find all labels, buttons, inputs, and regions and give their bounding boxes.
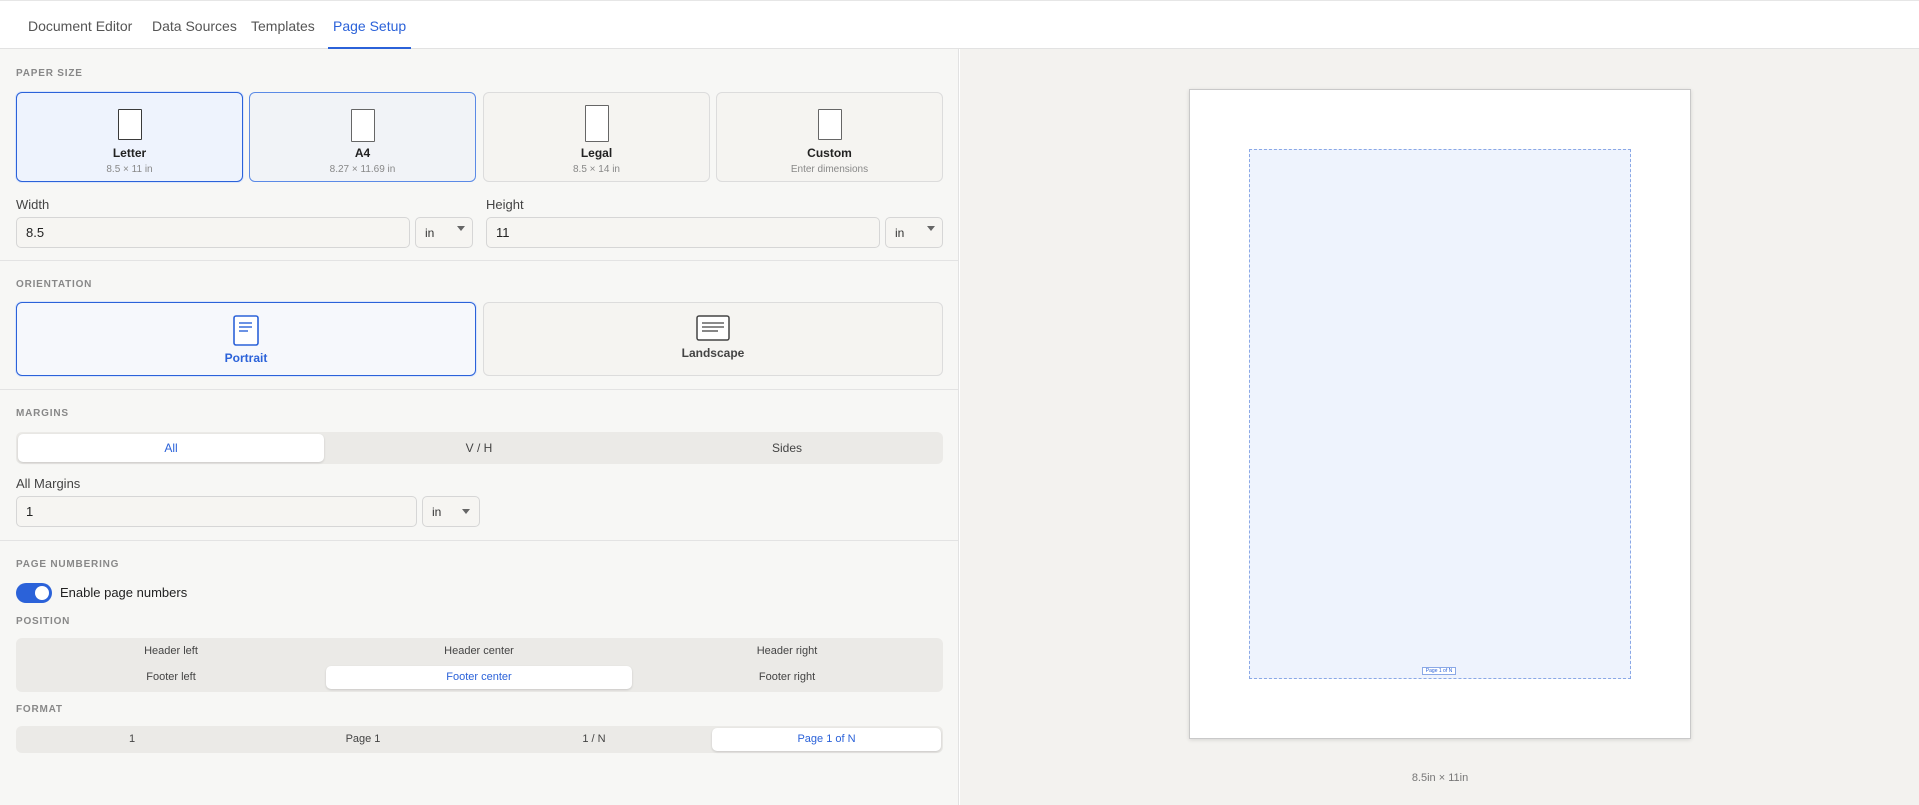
page-number-position-grid: Header left Header center Header right F… [16,638,943,692]
paper-option-a4[interactable]: A4 8.27 × 11.69 in [249,92,476,182]
paper-option-dimensions: 8.27 × 11.69 in [329,164,396,175]
format-page-of-total[interactable]: Page 1 of N [712,728,941,751]
width-input[interactable]: 8.5 [16,217,410,248]
position-header-left[interactable]: Header left [18,640,324,663]
paper-option-dimensions: 8.5 × 11 in [106,164,153,175]
paper-option-name: Legal [580,146,613,160]
all-margins-input[interactable]: 1 [16,496,417,527]
tab-document-editor[interactable]: Document Editor [28,1,132,49]
height-unit-value: in [895,226,905,240]
position-footer-left[interactable]: Footer left [18,666,324,689]
width-unit-select[interactable]: in [415,217,473,248]
width-label: Width [16,197,50,212]
chevron-down-icon [462,509,470,514]
orientation-landscape[interactable]: Landscape [483,302,943,376]
enable-page-numbers-toggle[interactable] [16,583,52,603]
landscape-page-icon [696,315,730,341]
margins-title: MARGINS [16,408,69,419]
format-page-number[interactable]: Page 1 [249,728,477,751]
position-footer-center[interactable]: Footer center [326,666,632,689]
orientation-label: Portrait [224,351,268,365]
orientation-label: Landscape [681,346,745,360]
paper-option-name: A4 [354,146,371,160]
format-number-only[interactable]: 1 [18,728,246,751]
orientation-title: ORIENTATION [16,279,93,290]
height-unit-select[interactable]: in [885,217,943,248]
toggle-knob [35,586,49,600]
page-icon [117,109,142,140]
settings-panel: PAPER SIZE Letter 8.5 × 11 in A4 8.27 × … [0,49,959,805]
chevron-down-icon [457,226,465,231]
width-unit-value: in [425,226,435,240]
tab-templates[interactable]: Templates [251,1,315,49]
portrait-page-icon [233,315,259,346]
paper-option-legal[interactable]: Legal 8.5 × 14 in [483,92,710,182]
all-margins-unit-select[interactable]: in [422,496,480,527]
margin-mode-sides[interactable]: Sides [634,434,940,462]
tab-page-setup[interactable]: Page Setup [328,1,412,49]
position-header-right[interactable]: Header right [634,640,940,663]
divider [0,540,958,541]
paper-option-dimensions: Enter dimensions [790,164,869,175]
margin-mode-all[interactable]: All [18,434,324,462]
printable-area [1249,149,1631,679]
page-icon [350,109,375,142]
paper-option-letter[interactable]: Letter 8.5 × 11 in [16,92,243,182]
paper-option-custom[interactable]: Custom Enter dimensions [716,92,943,182]
margin-mode-vh[interactable]: V / H [326,434,632,462]
page-icon [817,109,842,140]
page-icon [584,105,609,142]
all-margins-unit-value: in [432,505,442,519]
page-number-format-switcher: 1 Page 1 1 / N Page 1 of N [16,726,943,753]
paper-option-name: Custom [807,146,852,160]
preview-dimensions: 8.5in × 11in [1411,772,1469,784]
height-input[interactable]: 11 [486,217,880,248]
position-footer-right[interactable]: Footer right [634,666,940,689]
page-numbering-title: PAGE NUMBERING [16,559,120,570]
position-title: POSITION [16,616,71,627]
height-label: Height [486,197,524,212]
position-header-center[interactable]: Header center [326,640,632,663]
format-number-of-total[interactable]: 1 / N [480,728,708,751]
paper-option-dimensions: 8.5 × 14 in [573,164,620,175]
top-tab-bar: Document Editor Data Sources Templates P… [0,0,1919,49]
tab-data-sources[interactable]: Data Sources [152,1,237,49]
paper-size-title: PAPER SIZE [16,68,83,79]
margin-mode-switcher: All V / H Sides [16,432,943,464]
all-margins-label: All Margins [16,476,81,491]
orientation-portrait[interactable]: Portrait [16,302,476,376]
divider [0,260,958,261]
format-title: FORMAT [16,704,63,715]
page-number-marker: Page 1 of N [1422,667,1456,675]
enable-page-numbers-label: Enable page numbers [60,585,188,600]
chevron-down-icon [927,226,935,231]
divider [0,389,958,390]
paper-option-name: Letter [112,146,147,160]
